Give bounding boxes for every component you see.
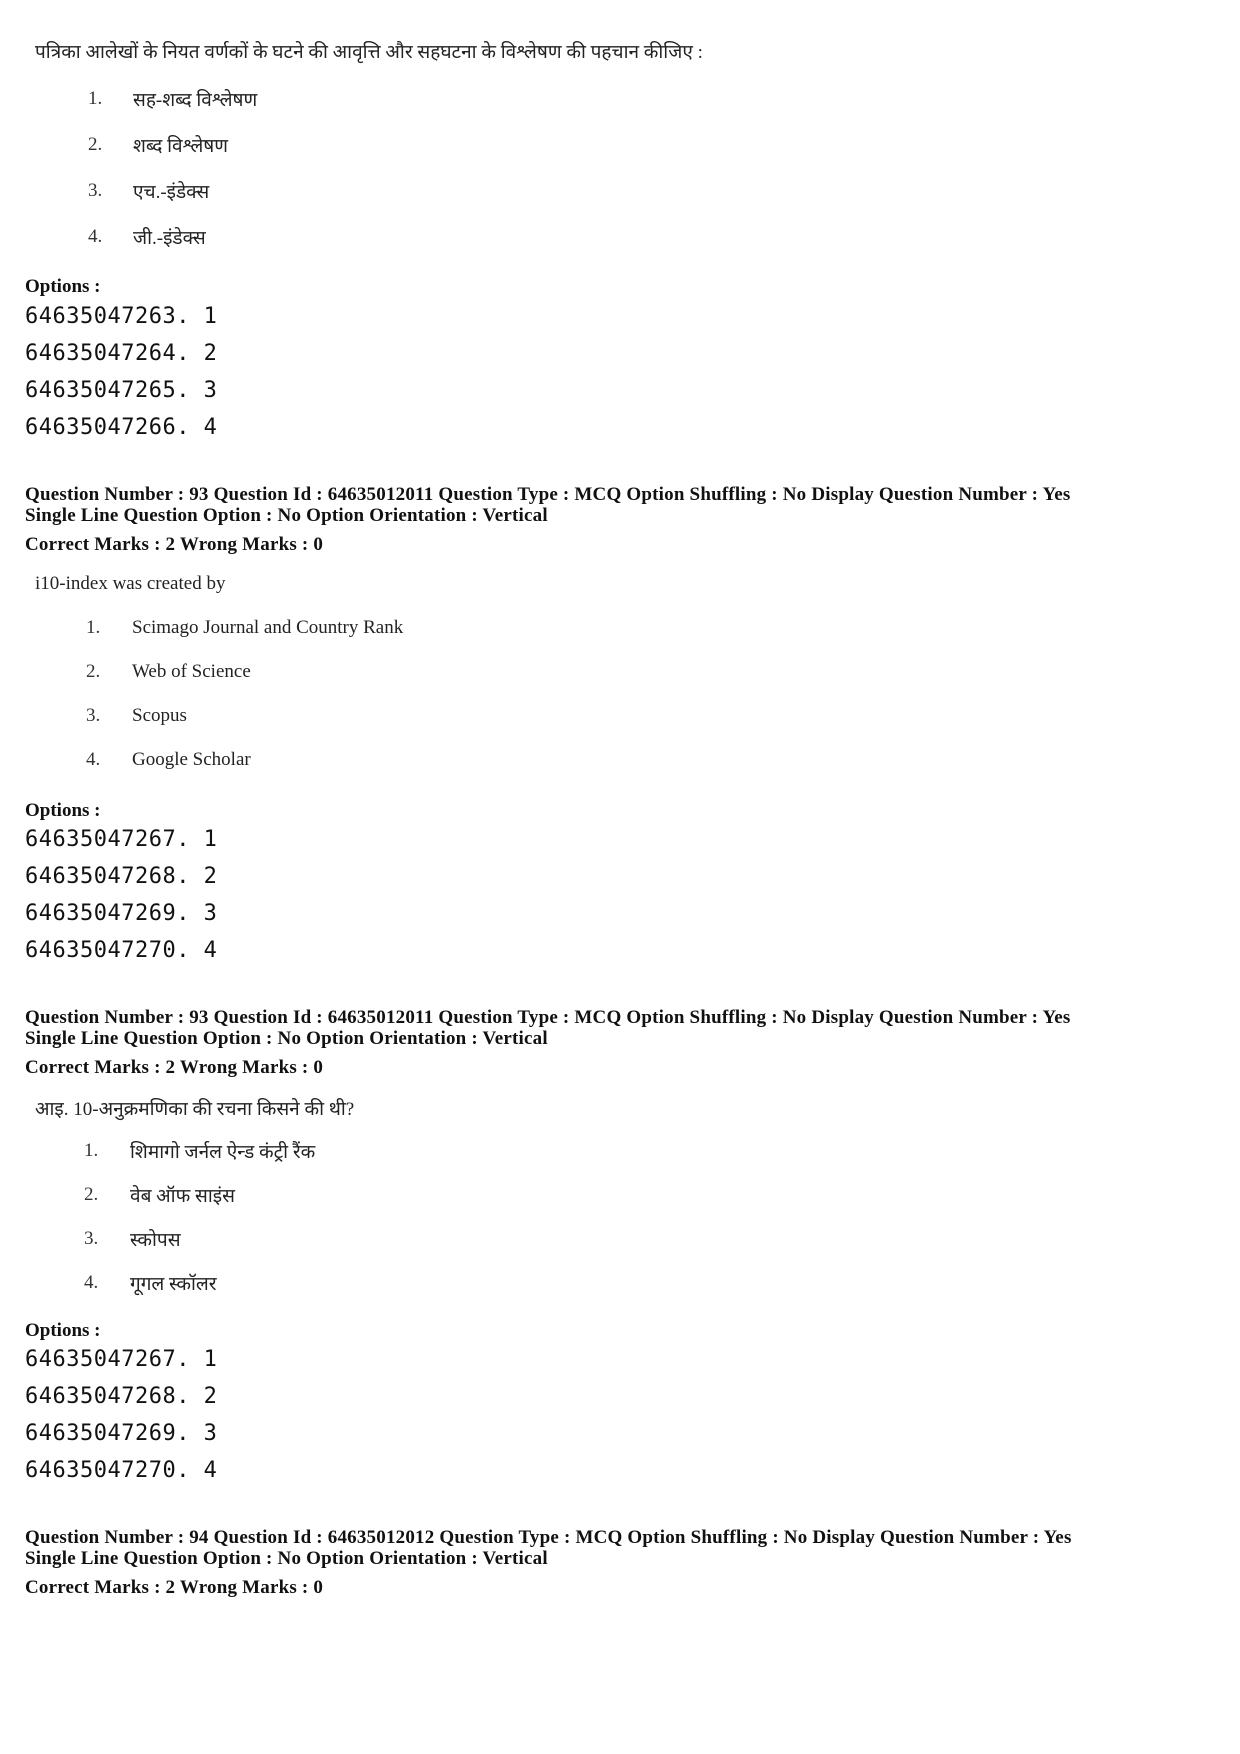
item-text: एच.-इंडेक्स bbox=[133, 182, 210, 203]
option-line: 64635047269. 3 bbox=[25, 1421, 218, 1446]
item-number: 2. bbox=[86, 661, 101, 682]
option-line: 64635047263. 1 bbox=[25, 304, 218, 329]
item-text: सह-शब्द विश्लेषण bbox=[133, 90, 258, 111]
item-text: शिमागो जर्नल ऐन्ड कंट्री रैंक bbox=[130, 1142, 316, 1163]
option-line: 64635047270. 4 bbox=[25, 1458, 218, 1483]
question-meta: Question Number : 93 Question Id : 64635… bbox=[25, 484, 1071, 505]
item-number: 4. bbox=[84, 1272, 99, 1293]
options-label: Options : bbox=[25, 800, 101, 821]
options-label: Options : bbox=[25, 276, 101, 297]
item-text: शब्द विश्लेषण bbox=[133, 136, 229, 157]
question-meta-line2: Single Line Question Option : No Option … bbox=[25, 1548, 548, 1569]
item-text: स्कोपस bbox=[130, 1230, 181, 1251]
item-number: 2. bbox=[84, 1184, 99, 1205]
item-number: 1. bbox=[86, 617, 101, 638]
question-meta-line2: Single Line Question Option : No Option … bbox=[25, 505, 548, 526]
item-text: जी.-इंडेक्स bbox=[133, 228, 206, 249]
item-number: 1. bbox=[88, 88, 103, 109]
item-text: Scimago Journal and Country Rank bbox=[132, 617, 404, 638]
option-line: 64635047264. 2 bbox=[25, 341, 218, 366]
question-text: आइ. 10-अनुक्रमणिका की रचना किसने की थी? bbox=[35, 1099, 355, 1120]
question-meta: Question Number : 93 Question Id : 64635… bbox=[25, 1007, 1071, 1028]
question-text: पत्रिका आलेखों के नियत वर्णकों के घटने क… bbox=[35, 42, 703, 63]
option-line: 64635047267. 1 bbox=[25, 1347, 218, 1372]
item-number: 4. bbox=[86, 749, 101, 770]
marks-info: Correct Marks : 2 Wrong Marks : 0 bbox=[25, 1577, 324, 1598]
item-text: गूगल स्कॉलर bbox=[130, 1274, 217, 1295]
item-number: 2. bbox=[88, 134, 103, 155]
option-line: 64635047265. 3 bbox=[25, 378, 218, 403]
option-line: 64635047270. 4 bbox=[25, 938, 218, 963]
item-number: 4. bbox=[88, 226, 103, 247]
question-meta: Question Number : 94 Question Id : 64635… bbox=[25, 1527, 1072, 1548]
option-line: 64635047269. 3 bbox=[25, 901, 218, 926]
item-text: Google Scholar bbox=[132, 749, 251, 770]
item-number: 3. bbox=[84, 1228, 99, 1249]
marks-info: Correct Marks : 2 Wrong Marks : 0 bbox=[25, 534, 324, 555]
option-line: 64635047268. 2 bbox=[25, 864, 218, 889]
options-label: Options : bbox=[25, 1320, 101, 1341]
option-line: 64635047267. 1 bbox=[25, 827, 218, 852]
item-text: Scopus bbox=[132, 705, 187, 726]
item-number: 3. bbox=[86, 705, 101, 726]
question-meta-line2: Single Line Question Option : No Option … bbox=[25, 1028, 548, 1049]
marks-info: Correct Marks : 2 Wrong Marks : 0 bbox=[25, 1057, 324, 1078]
item-number: 1. bbox=[84, 1140, 99, 1161]
item-number: 3. bbox=[88, 180, 103, 201]
item-text: Web of Science bbox=[132, 661, 251, 682]
option-line: 64635047268. 2 bbox=[25, 1384, 218, 1409]
option-line: 64635047266. 4 bbox=[25, 415, 218, 440]
item-text: वेब ऑफ साइंस bbox=[130, 1186, 235, 1207]
question-text: i10-index was created by bbox=[35, 573, 226, 594]
